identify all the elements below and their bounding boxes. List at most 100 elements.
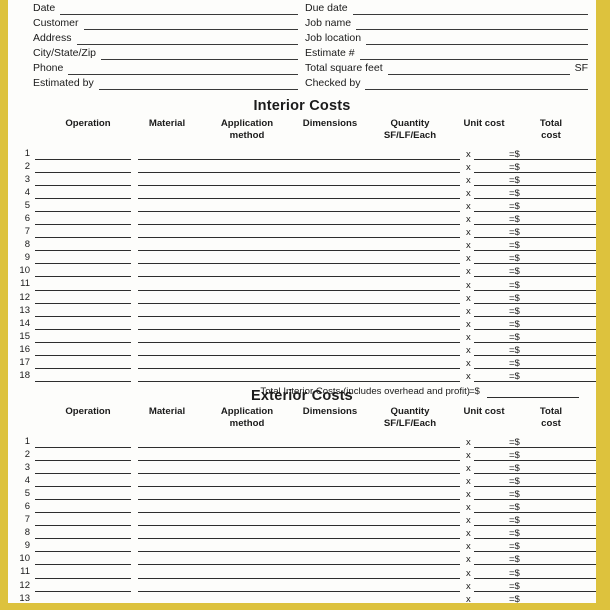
row-blank-cell[interactable] [386,367,460,369]
row-blank-cell[interactable] [474,499,542,501]
row-blank-cell[interactable] [298,328,394,330]
row-blank-cell[interactable] [138,525,224,527]
row-blank-cell[interactable] [138,237,224,239]
row-blank-cell[interactable] [474,250,542,252]
row-blank-cell[interactable] [474,172,542,174]
row-blank-cell[interactable] [535,354,596,356]
row-blank-cell[interactable] [535,328,596,330]
row-blank-cell[interactable] [298,315,394,317]
row-blank-cell[interactable] [474,486,542,488]
row-blank-cell[interactable] [535,486,596,488]
row-blank-cell[interactable] [35,367,131,369]
row-blank-cell[interactable] [386,198,460,200]
row-blank-cell[interactable] [216,263,302,265]
row-blank-cell[interactable] [535,276,596,278]
row-blank-cell[interactable] [474,198,542,200]
row-blank-cell[interactable] [35,250,131,252]
row-blank-cell[interactable] [216,289,302,291]
row-blank-cell[interactable] [35,289,131,291]
row-blank-cell[interactable] [535,263,596,265]
info-field-blank[interactable] [60,4,298,15]
row-blank-cell[interactable] [386,250,460,252]
row-blank-cell[interactable] [138,302,224,304]
row-blank-cell[interactable] [474,525,542,527]
row-blank-cell[interactable] [535,447,596,449]
row-blank-cell[interactable] [386,512,460,514]
row-blank-cell[interactable] [535,224,596,226]
row-blank-cell[interactable] [298,198,394,200]
row-blank-cell[interactable] [138,473,224,475]
row-blank-cell[interactable] [216,315,302,317]
row-blank-cell[interactable] [138,315,224,317]
row-blank-cell[interactable] [535,211,596,213]
row-blank-cell[interactable] [298,551,394,553]
row-blank-cell[interactable] [35,447,131,449]
row-blank-cell[interactable] [216,367,302,369]
row-blank-cell[interactable] [298,460,394,462]
row-blank-cell[interactable] [535,341,596,343]
row-blank-cell[interactable] [35,460,131,462]
row-blank-cell[interactable] [138,159,224,161]
row-blank-cell[interactable] [298,224,394,226]
row-blank-cell[interactable] [138,367,224,369]
row-blank-cell[interactable] [474,237,542,239]
info-field-blank[interactable] [83,19,298,30]
row-blank-cell[interactable] [35,473,131,475]
row-blank-cell[interactable] [216,237,302,239]
row-blank-cell[interactable] [474,577,542,579]
row-blank-cell[interactable] [216,276,302,278]
row-blank-cell[interactable] [35,590,131,592]
row-blank-cell[interactable] [35,198,131,200]
row-blank-cell[interactable] [298,354,394,356]
row-blank-cell[interactable] [535,159,596,161]
row-blank-cell[interactable] [35,486,131,488]
row-blank-cell[interactable] [138,328,224,330]
row-blank-cell[interactable] [216,302,302,304]
row-blank-cell[interactable] [535,590,596,592]
row-blank-cell[interactable] [138,263,224,265]
row-blank-cell[interactable] [386,302,460,304]
row-blank-cell[interactable] [138,354,224,356]
row-blank-cell[interactable] [386,354,460,356]
row-blank-cell[interactable] [386,172,460,174]
row-blank-cell[interactable] [535,315,596,317]
row-blank-cell[interactable] [474,354,542,356]
row-blank-cell[interactable] [216,354,302,356]
row-blank-cell[interactable] [216,590,302,592]
row-blank-cell[interactable] [386,460,460,462]
row-blank-cell[interactable] [298,380,394,382]
row-blank-cell[interactable] [216,224,302,226]
info-field-blank[interactable] [101,49,298,60]
row-blank-cell[interactable] [216,198,302,200]
row-blank-cell[interactable] [535,577,596,579]
row-blank-cell[interactable] [298,263,394,265]
row-blank-cell[interactable] [216,250,302,252]
row-blank-cell[interactable] [474,224,542,226]
row-blank-cell[interactable] [35,224,131,226]
row-blank-cell[interactable] [474,538,542,540]
row-blank-cell[interactable] [298,447,394,449]
row-blank-cell[interactable] [535,551,596,553]
row-blank-cell[interactable] [386,263,460,265]
row-blank-cell[interactable] [138,276,224,278]
row-blank-cell[interactable] [535,460,596,462]
row-blank-cell[interactable] [138,551,224,553]
row-blank-cell[interactable] [386,538,460,540]
row-blank-cell[interactable] [216,577,302,579]
row-blank-cell[interactable] [535,473,596,475]
row-blank-cell[interactable] [386,211,460,213]
row-blank-cell[interactable] [535,512,596,514]
row-blank-cell[interactable] [138,486,224,488]
row-blank-cell[interactable] [535,172,596,174]
row-blank-cell[interactable] [216,341,302,343]
row-blank-cell[interactable] [535,499,596,501]
row-blank-cell[interactable] [35,525,131,527]
row-blank-cell[interactable] [138,185,224,187]
row-blank-cell[interactable] [138,512,224,514]
row-blank-cell[interactable] [386,525,460,527]
row-blank-cell[interactable] [535,185,596,187]
row-blank-cell[interactable] [138,211,224,213]
row-blank-cell[interactable] [216,564,302,566]
row-blank-cell[interactable] [298,525,394,527]
row-blank-cell[interactable] [138,380,224,382]
